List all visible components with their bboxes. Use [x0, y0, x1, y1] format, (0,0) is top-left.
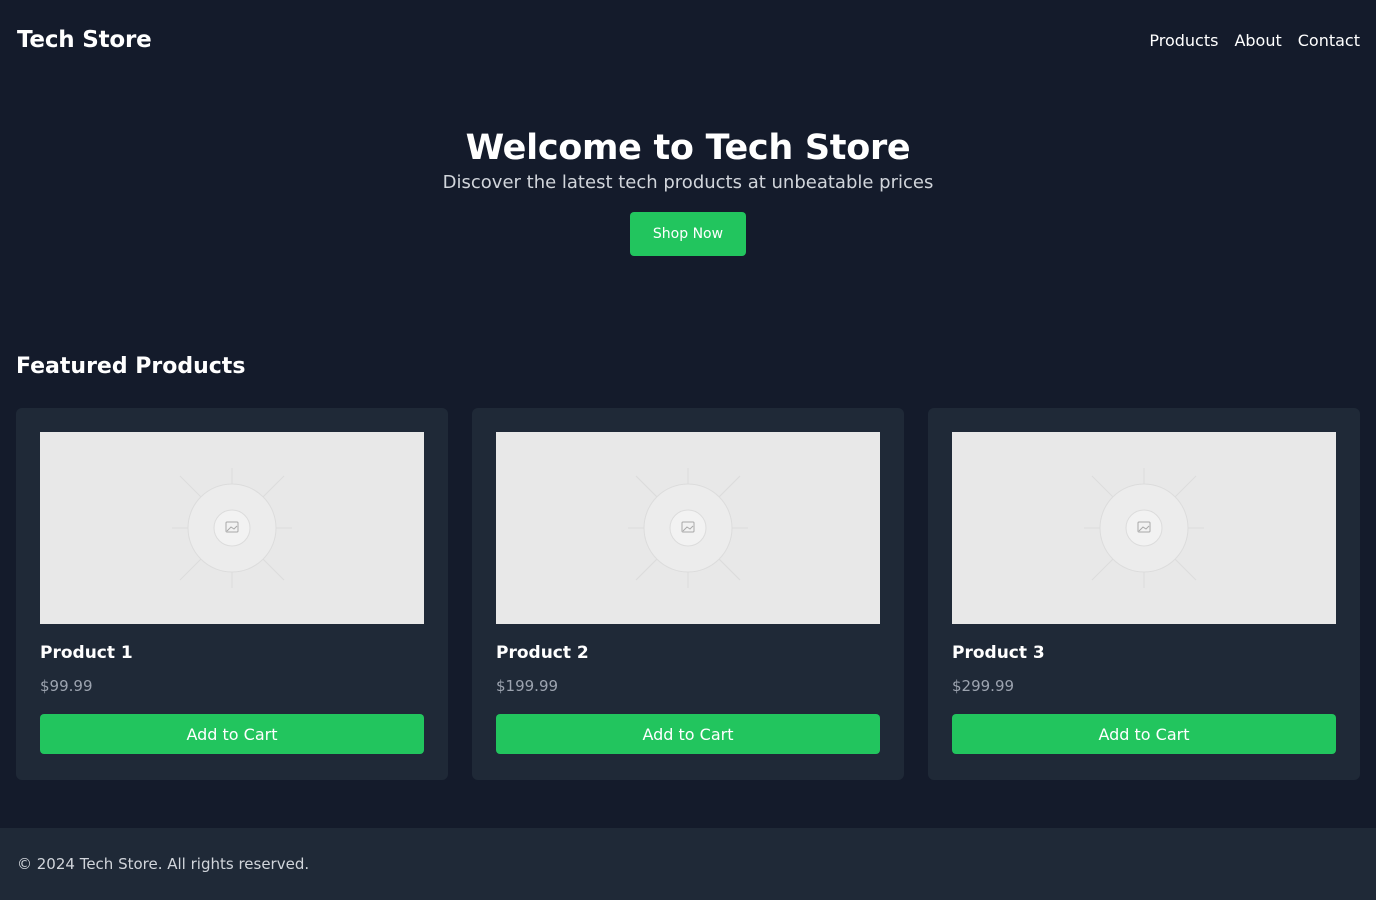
copyright-text: © 2024 Tech Store. All rights reserved.	[17, 855, 310, 873]
hero-subtitle: Discover the latest tech products at unb…	[442, 172, 934, 193]
site-header: Tech Store Products About Contact	[0, 0, 1376, 80]
add-to-cart-button[interactable]: Add to Cart	[40, 714, 424, 754]
hero-section: Welcome to Tech Store Discover the lates…	[0, 124, 1376, 256]
page: Tech Store Products About Contact Welcom…	[0, 0, 1376, 900]
add-to-cart-button[interactable]: Add to Cart	[496, 714, 880, 754]
add-to-cart-button[interactable]: Add to Cart	[952, 714, 1336, 754]
product-card: Product 3 $299.99 Add to Cart	[928, 408, 1360, 780]
nav-link-contact[interactable]: Contact	[1298, 31, 1360, 50]
product-card: Product 1 $99.99 Add to Cart	[16, 408, 448, 780]
product-price: $99.99	[40, 677, 93, 695]
brand-logo[interactable]: Tech Store	[17, 27, 152, 53]
hero-title: Welcome to Tech Store	[465, 128, 911, 168]
product-grid: Product 1 $99.99 Add to Cart Product 2 $…	[16, 408, 1360, 780]
image-placeholder-icon	[172, 468, 292, 588]
product-name[interactable]: Product 1	[40, 642, 424, 664]
product-price: $299.99	[952, 677, 1015, 695]
nav-link-products[interactable]: Products	[1149, 31, 1218, 50]
product-image	[952, 432, 1336, 624]
site-footer: © 2024 Tech Store. All rights reserved.	[0, 828, 1376, 900]
product-image	[496, 432, 880, 624]
product-image	[40, 432, 424, 624]
featured-products-title: Featured Products	[16, 354, 246, 379]
product-price: $199.99	[496, 677, 559, 695]
image-placeholder-icon	[1084, 468, 1204, 588]
product-name[interactable]: Product 3	[952, 642, 1336, 664]
image-placeholder-icon	[628, 468, 748, 588]
shop-now-button[interactable]: Shop Now	[630, 212, 746, 256]
product-card: Product 2 $199.99 Add to Cart	[472, 408, 904, 780]
nav-link-about[interactable]: About	[1234, 31, 1281, 50]
main-nav: Products About Contact	[1149, 31, 1360, 50]
product-name[interactable]: Product 2	[496, 642, 880, 664]
